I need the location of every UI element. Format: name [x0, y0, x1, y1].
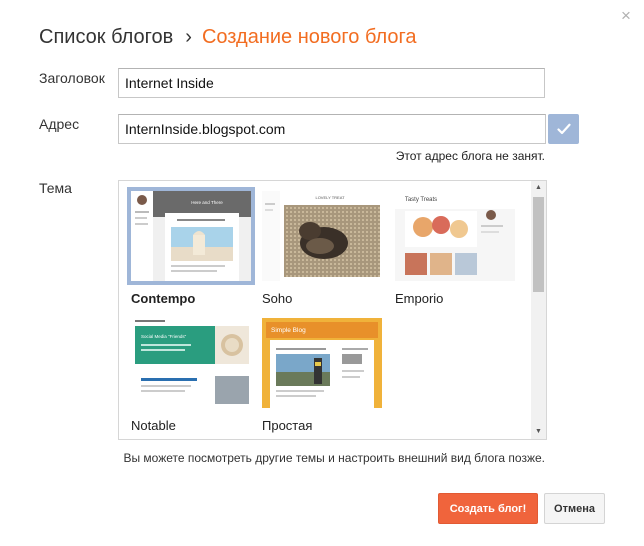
thumb-title-contempo: Here and There	[191, 200, 223, 205]
thumb-title-soho: LOVELY TREAT	[315, 195, 345, 200]
theme-name-notable: Notable	[131, 418, 176, 433]
theme-name-emporio: Emporio	[395, 291, 444, 306]
theme-picker: Here and There Contempo LOVELY TREAT Soh…	[118, 180, 547, 440]
theme-contempo[interactable]: Here and There Contempo	[127, 187, 255, 306]
theme-thumbnail-notable: Social Media "Friends"	[131, 318, 251, 408]
theme-soho[interactable]: LOVELY TREAT Soho	[262, 191, 386, 306]
theme-simple[interactable]: Simple Blog Простая	[262, 318, 386, 433]
blog-address-input[interactable]	[118, 114, 546, 144]
thumb-title-simple: Simple Blog	[271, 327, 306, 334]
create-blog-dialog: × Список блогов › Создание нового блога За…	[0, 0, 644, 546]
theme-name-soho: Soho	[262, 291, 293, 306]
theme-label: Тема	[39, 180, 72, 196]
theme-scrollbar[interactable]: ▲ ▼	[531, 181, 546, 439]
thumb-title-emporio: Tasty Treats	[405, 197, 437, 203]
theme-thumbnail-emporio: Tasty Treats	[395, 191, 515, 281]
scroll-down-arrow-icon[interactable]: ▼	[531, 425, 546, 439]
theme-name-simple: Простая	[262, 418, 313, 433]
theme-thumbnail-soho: LOVELY TREAT	[262, 191, 382, 281]
breadcrumb-current: Создание нового блога	[201, 26, 417, 48]
theme-hint: Вы можете посмотреть другие темы и настр…	[123, 451, 545, 465]
cancel-button[interactable]: Отмена	[544, 493, 605, 524]
checkmark-icon	[556, 123, 571, 135]
breadcrumb-separator: ›	[185, 26, 192, 48]
dialog-title: Список блогов › Создание нового блога	[39, 26, 417, 49]
title-label: Заголовок	[39, 70, 105, 86]
theme-name-contempo: Contempo	[131, 291, 196, 306]
breadcrumb-blog-list[interactable]: Список блогов	[39, 26, 173, 48]
scroll-up-arrow-icon[interactable]: ▲	[531, 181, 546, 195]
close-icon[interactable]: ×	[616, 6, 636, 26]
address-status: Этот адрес блога не занят.	[395, 149, 545, 163]
create-blog-button[interactable]: Создать блог!	[438, 493, 538, 524]
theme-thumbnail-simple: Simple Blog	[262, 318, 382, 408]
scroll-thumb[interactable]	[533, 197, 544, 292]
theme-emporio[interactable]: Tasty Treats Emporio	[395, 191, 519, 306]
address-check-button[interactable]	[548, 114, 579, 144]
theme-thumbnail-contempo: Here and There	[127, 187, 255, 285]
address-label: Адрес	[39, 116, 80, 132]
theme-notable[interactable]: Social Media "Friends" Notable	[131, 318, 255, 433]
thumb-title-notable: Social Media "Friends"	[141, 334, 187, 339]
blog-title-input[interactable]	[118, 68, 545, 98]
